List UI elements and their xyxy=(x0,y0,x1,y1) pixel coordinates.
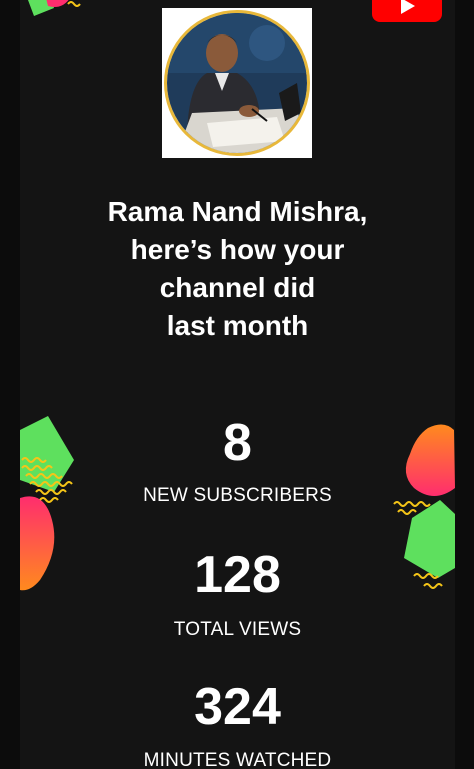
channel-avatar xyxy=(162,8,312,158)
headline-line-1: Rama Nand Mishra, xyxy=(107,196,368,227)
youtube-play-icon xyxy=(401,0,415,14)
stat-label-minutes: MINUTES WATCHED xyxy=(143,750,332,769)
stat-label-views: TOTAL VIEWS xyxy=(173,619,302,640)
right-decoration xyxy=(393,424,455,589)
stat-value-minutes: 324 xyxy=(194,678,281,736)
headline-line-3: channel did xyxy=(159,272,316,303)
youtube-logo-button[interactable] xyxy=(372,0,442,22)
headline: Rama Nand Mishra, here’s how your channe… xyxy=(20,193,455,345)
headline-line-4: last month xyxy=(166,310,309,341)
avatar-photo xyxy=(167,13,307,153)
left-decoration xyxy=(20,416,74,591)
headline-line-2: here’s how your xyxy=(130,234,345,265)
avatar-ring xyxy=(164,10,310,156)
top-decoration xyxy=(28,0,81,16)
email-frame: Rama Nand Mishra, here’s how your channe… xyxy=(0,0,474,769)
